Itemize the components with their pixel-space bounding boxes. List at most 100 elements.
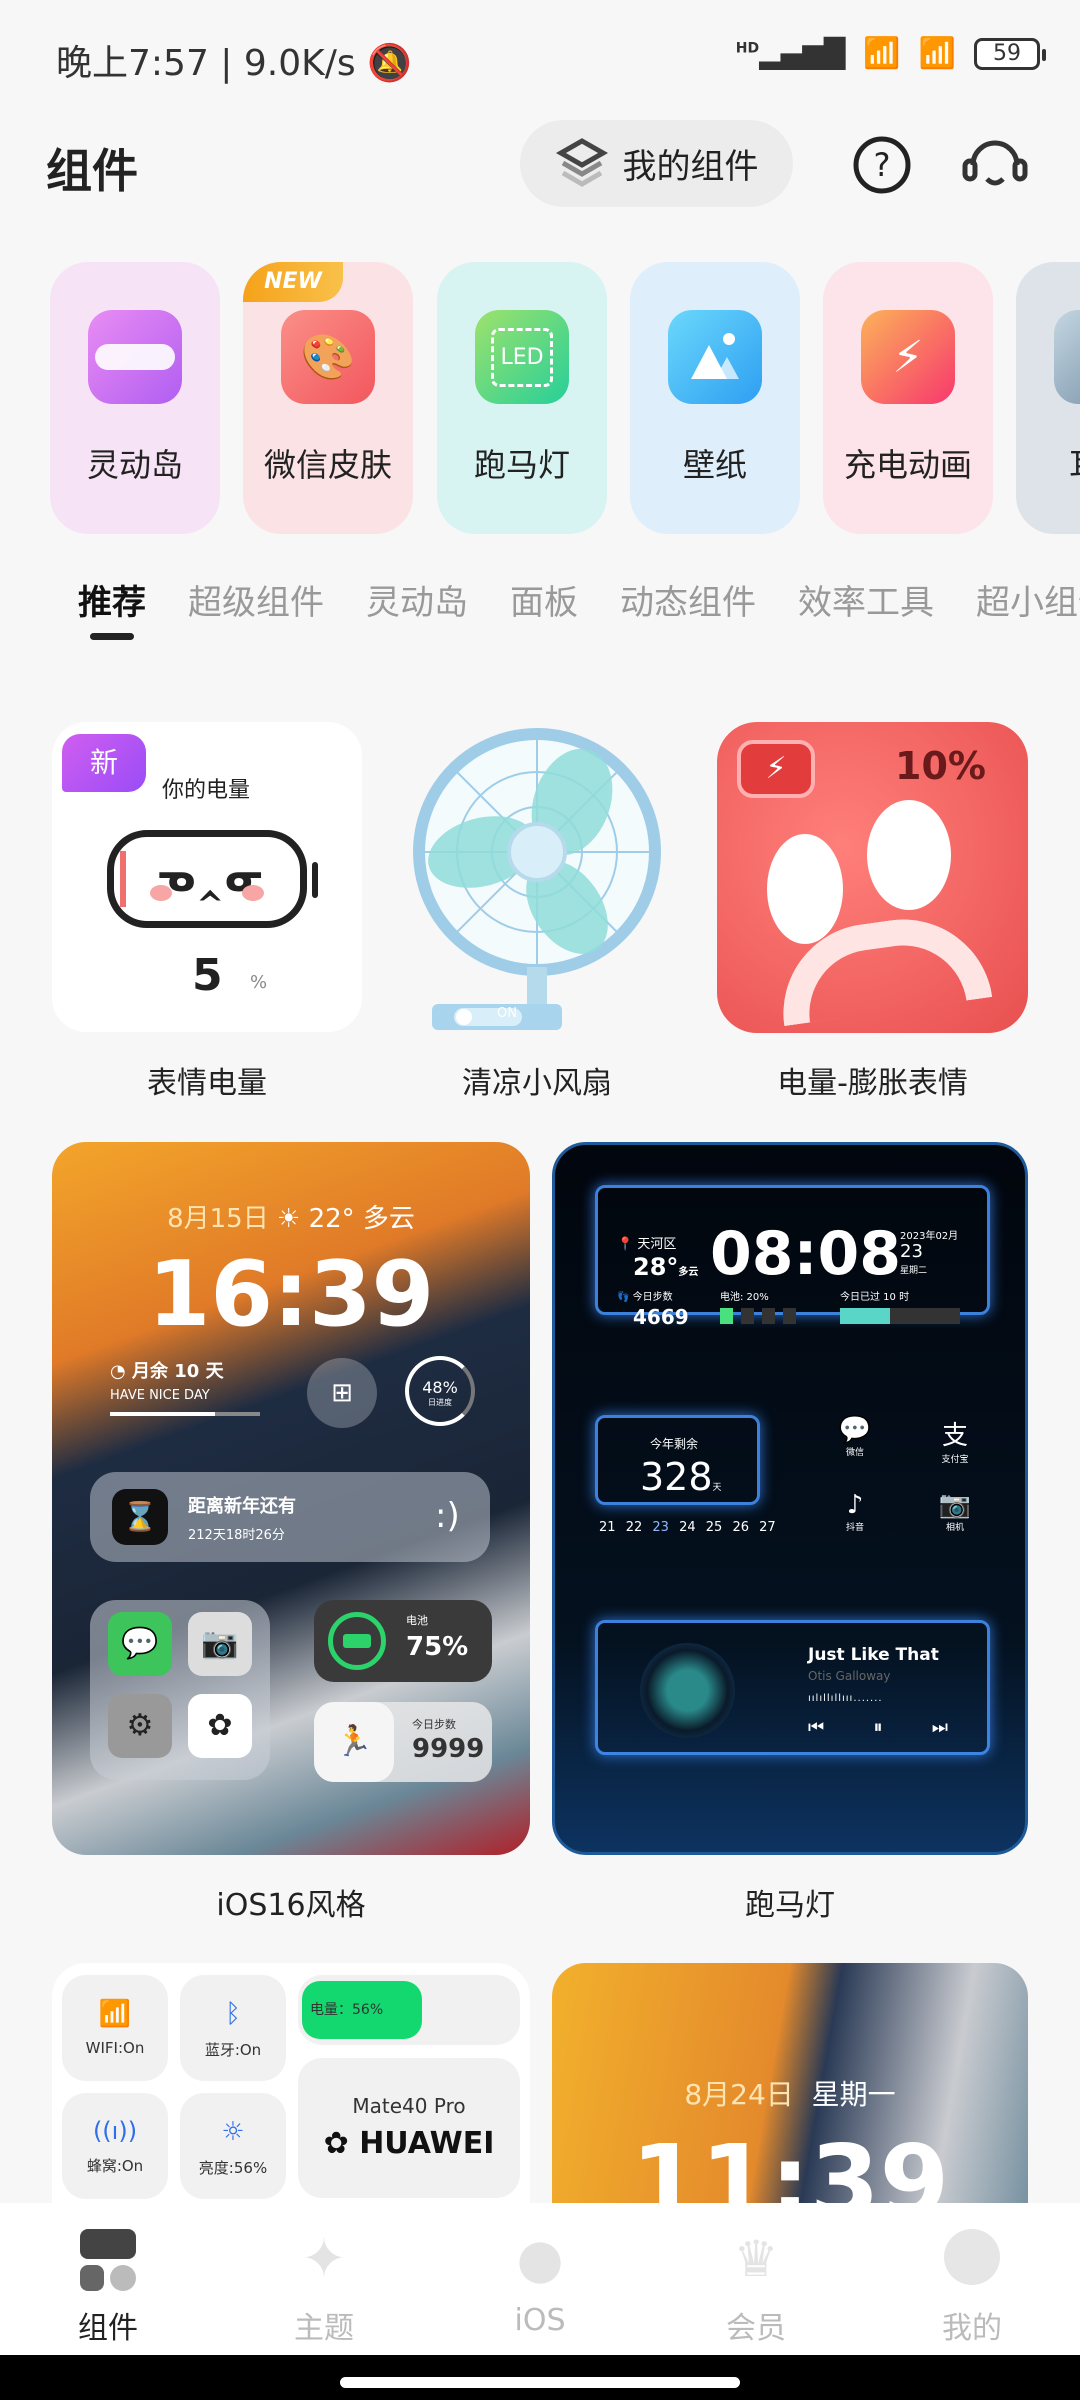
pause-icon[interactable]: ⏸ [874, 1717, 883, 1738]
day-progress-ring: 48% 日进度 [405, 1356, 475, 1426]
previous-icon[interactable]: ⏮ [808, 1717, 824, 1738]
cellular-tile[interactable]: ((ı)) 蜂窝:On [62, 2093, 168, 2199]
help-button[interactable]: ? [852, 135, 912, 195]
wechat-icon: 💬 微信 [838, 1415, 872, 1458]
layers-icon [555, 137, 608, 187]
battery-icon: 59 [974, 37, 1046, 70]
dynamic-island-icon [88, 310, 182, 404]
new-year-countdown: ⌛ 距离新年还有 212天18时26分 :) [90, 1472, 490, 1562]
clock: 08:08 [710, 1219, 901, 1289]
image-icon [668, 310, 762, 404]
widget-ios16[interactable]: 8月15日 ☀ 22° 多云 16:39 ◔ 月余 10 天 HAVE NICE… [52, 1142, 530, 1855]
net-speed: 9.0K/s [243, 43, 356, 84]
douyin-icon: ♪ 抖音 [845, 1490, 864, 1533]
charging-icon: ⚡ [861, 310, 955, 404]
artist-name: Otis Galloway [808, 1669, 891, 1683]
battery-widget: 电池 75% [314, 1600, 492, 1682]
wifi-tile[interactable]: 📶 WIFI:On [62, 1975, 168, 2081]
category-label: 灵动岛 [86, 446, 183, 484]
photos-app-icon[interactable]: ✿ [188, 1694, 252, 1758]
tab-dynamic-island[interactable]: 灵动岛 [366, 575, 468, 624]
battery-value: 5 [192, 950, 223, 1001]
category-dynamic-island[interactable]: 灵动岛 [50, 262, 220, 534]
tab-super-widgets[interactable]: 超级组件 [188, 575, 324, 624]
signal-icon: HD▂▄▆█ [735, 37, 846, 70]
active-tab-indicator [90, 633, 134, 640]
wifi-icon: 📶 [863, 36, 901, 71]
gesture-bar [0, 2355, 1080, 2400]
album-art [640, 1643, 735, 1738]
tab-mini-widgets[interactable]: 超小组件 [976, 575, 1080, 624]
power-tile: 电量：56% [298, 1975, 520, 2045]
category-carousel: 灵动岛 NEW 🎨 微信皮肤 LED 跑马灯 壁纸 ⚡ 充电动画 耳机 [50, 262, 1080, 534]
date-text: 8月15日 [167, 1204, 269, 1234]
category-wechat-skin[interactable]: NEW 🎨 微信皮肤 [243, 262, 413, 534]
tab-efficiency-tools[interactable]: 效率工具 [798, 575, 934, 624]
motto: HAVE NICE DAY [110, 1388, 210, 1403]
help-icon: ? [853, 136, 911, 194]
category-label: 跑马灯 [473, 446, 570, 484]
next-icon[interactable]: ⏭ [932, 1717, 948, 1738]
my-widgets-button[interactable]: 我的组件 [520, 120, 793, 207]
earphone-icon [1054, 310, 1080, 404]
hotspot-icon: 📶 [918, 36, 956, 71]
battery-unit: % [250, 972, 268, 993]
app-folder: 💬 📷 ⚙ ✿ [90, 1600, 270, 1780]
huawei-logo: ✿ HUAWEI [323, 2126, 495, 2161]
widget-label: 表情电量 [147, 1066, 267, 1101]
category-marquee[interactable]: LED 跑马灯 [437, 262, 607, 534]
battery-icon [328, 1612, 386, 1670]
tab-dynamic-widgets[interactable]: 动态组件 [620, 575, 756, 624]
mute-bell-icon: 🔕 [367, 43, 412, 84]
bluetooth-icon: ᛒ [225, 1999, 241, 2029]
bottom-nav: 组件 ✦ 主题 ● iOS ♛ 会员 我的 [0, 2203, 1080, 2355]
category-label: 充电动画 [843, 446, 972, 484]
widget-emoji-battery[interactable]: 新 你的电量 ᓀ‸ᓂ 5 % [52, 722, 362, 1032]
wechat-app-icon[interactable]: 💬 [108, 1612, 172, 1676]
clock-hours: 16 [147, 1242, 273, 1347]
profile-icon [944, 2229, 1000, 2289]
status-bar: 晚上7:57 | 9.0K/s 🔕 HD▂▄▆█ 📶 📶 59 [0, 30, 1080, 86]
crown-icon: ♛ [733, 2230, 779, 2288]
fan-switch[interactable]: ON [497, 1006, 517, 1021]
charging-icon: ⚡ [737, 740, 815, 798]
category-earphone[interactable]: 耳机 [1016, 262, 1080, 534]
hourglass-icon: ⌛ [112, 1489, 168, 1545]
widget-label: 电量-膨胀表情 [777, 1066, 968, 1101]
widget-marquee[interactable]: 📍 天河区 28°多云 08:08 2023年02月 23 星期二 👣 今日步数… [552, 1142, 1028, 1855]
tab-panel[interactable]: 面板 [510, 575, 578, 624]
song-title: Just Like That [808, 1645, 939, 1665]
home-indicator[interactable] [340, 2377, 740, 2388]
tab-recommended[interactable]: 推荐 [78, 575, 146, 624]
category-label: 壁纸 [682, 446, 747, 484]
category-label: 微信皮肤 [263, 446, 392, 484]
category-label: 耳机 [1016, 440, 1080, 486]
settings-app-icon[interactable]: ⚙ [108, 1694, 172, 1758]
category-charging-animation[interactable]: ⚡ 充电动画 [823, 262, 993, 534]
widget-puffy-battery[interactable]: ⚡ 10% [717, 722, 1028, 1033]
category-wallpaper[interactable]: 壁纸 [630, 262, 800, 534]
widget-label: iOS16风格 [216, 1888, 366, 1923]
alipay-icon: 支支付宝 [941, 1421, 969, 1465]
led-icon: LED [475, 310, 569, 404]
widget-fan[interactable]: ON [382, 722, 692, 1032]
brightness-tile[interactable]: ☼ 亮度:56% [180, 2093, 286, 2199]
battery-face: ᓀ‸ᓂ [107, 830, 307, 928]
sun-icon: ☼ [221, 2117, 245, 2147]
camera-icon: 📷 相机 [938, 1490, 972, 1533]
apple-icon: ● [516, 2227, 564, 2290]
widgets-icon [80, 2229, 136, 2291]
palette-icon: 🎨 [281, 310, 375, 404]
tab-bar: 推荐超级组件灵动岛面板动态组件效率工具超小组件 [78, 575, 1080, 645]
camera-app-icon[interactable]: 📷 [188, 1612, 252, 1676]
antenna-icon: ((ı)) [92, 2117, 138, 2145]
bluetooth-tile[interactable]: ᛒ 蓝牙:On [180, 1975, 286, 2081]
weather-text: 22° 多云 [308, 1204, 415, 1234]
widget-heading: 你的电量 [162, 778, 251, 803]
page-title: 组件 [46, 144, 138, 198]
clock-minutes: 39 [309, 1242, 435, 1347]
customer-service-button[interactable] [955, 135, 1035, 195]
qr-pay-icon: ⊞ [307, 1358, 377, 1428]
new-badge: NEW [243, 262, 343, 302]
steps-widget: 🏃 今日步数 9999 [314, 1702, 492, 1782]
